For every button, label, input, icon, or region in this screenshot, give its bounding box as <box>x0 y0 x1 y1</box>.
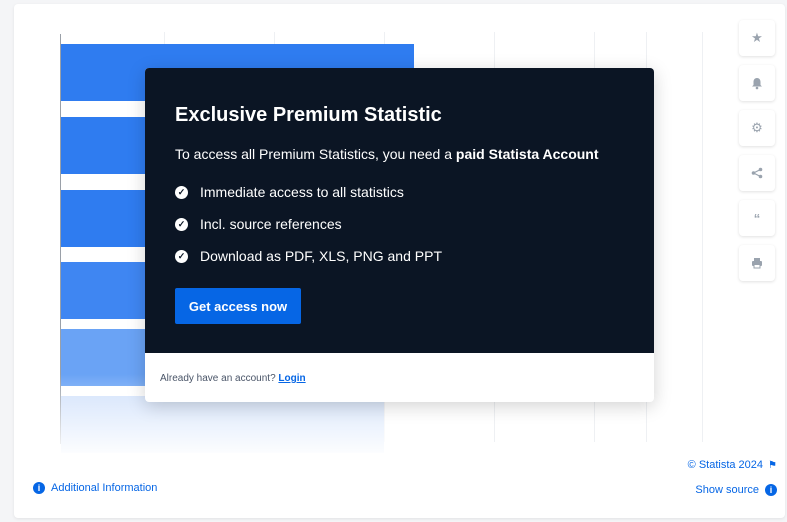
login-prompt: Already have an account? <box>160 373 279 384</box>
quote-icon: “ <box>753 210 761 226</box>
credit-label: © Statista 2024 <box>687 459 764 471</box>
premium-paywall-modal: Exclusive Premium Statistic To access al… <box>145 68 654 402</box>
show-source-link[interactable]: Show source i <box>695 484 777 496</box>
feature-item: ✓ Immediate access to all statistics <box>175 184 404 200</box>
check-circle-icon: ✓ <box>175 217 188 231</box>
additional-information-link[interactable]: i Additional Information <box>33 482 157 494</box>
share-button[interactable] <box>739 155 775 191</box>
star-icon: ★ <box>751 30 763 45</box>
check-circle-icon: ✓ <box>175 249 188 263</box>
show-source-label: Show source <box>695 484 759 496</box>
gridline <box>702 32 703 442</box>
print-button[interactable] <box>739 245 775 281</box>
modal-subtitle-text: To access all Premium Statistics, you ne… <box>175 146 456 162</box>
settings-button[interactable]: ⚙ <box>739 110 775 146</box>
check-circle-icon: ✓ <box>175 185 188 199</box>
flag-icon: ⚑ <box>768 459 777 471</box>
login-row: Already have an account? Login <box>160 373 306 384</box>
modal-subtitle-bold: paid Statista Account <box>455 146 599 162</box>
modal-dark-panel: Exclusive Premium Statistic To access al… <box>145 68 654 353</box>
favorite-button[interactable]: ★ <box>739 20 775 56</box>
modal-subtitle: To access all Premium Statistics, you ne… <box>175 146 599 162</box>
info-icon: i <box>33 482 45 494</box>
share-icon <box>751 167 763 179</box>
print-icon <box>752 258 762 269</box>
info-icon: i <box>765 484 777 496</box>
additional-information-label: Additional Information <box>51 482 158 494</box>
notification-button[interactable] <box>739 65 775 101</box>
feature-item: ✓ Download as PDF, XLS, PNG and PPT <box>175 248 442 264</box>
modal-title: Exclusive Premium Statistic <box>175 104 442 126</box>
feature-label: Immediate access to all statistics <box>200 184 404 200</box>
feature-label: Incl. source references <box>200 216 342 232</box>
cite-button[interactable]: “ <box>739 200 775 236</box>
feature-item: ✓ Incl. source references <box>175 216 342 232</box>
statista-credit[interactable]: © Statista 2024 ⚑ <box>688 459 777 471</box>
bell-icon <box>752 77 762 89</box>
get-access-button[interactable]: Get access now <box>175 288 301 324</box>
chart-card: Exclusive Premium Statistic To access al… <box>14 4 785 518</box>
login-link[interactable]: Login <box>278 373 305 384</box>
gear-icon: ⚙ <box>751 120 763 135</box>
feature-label: Download as PDF, XLS, PNG and PPT <box>200 248 442 264</box>
